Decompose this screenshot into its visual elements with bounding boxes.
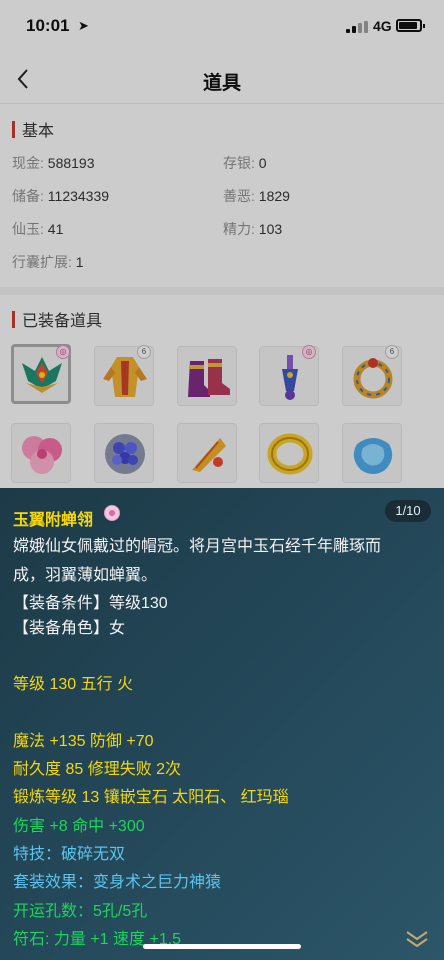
set-effect-line: 套装效果：变身术之巨力神猿 bbox=[13, 874, 222, 891]
holes-line: 开运孔数：5孔/5孔 bbox=[13, 903, 148, 920]
equip-role: 【装备角色】女 bbox=[13, 620, 126, 637]
stats-line: 魔法 +135 防御 +70 bbox=[13, 733, 154, 750]
home-indicator[interactable] bbox=[143, 944, 301, 949]
level-element-line: 等级 130 五行 火 bbox=[13, 676, 134, 693]
double-chevron-down-icon[interactable] bbox=[404, 929, 430, 949]
item-name: 玉翼附蝉翎 bbox=[13, 512, 94, 529]
durability-line: 耐久度 85 修理失败 2次 bbox=[13, 761, 182, 778]
item-description: 嫦娥仙女佩戴过的帽冠。将月宫中玉石经千年雕琢而成，羽翼薄如蝉翼。 bbox=[13, 538, 382, 584]
equip-requirement: 【装备条件】等级130 bbox=[13, 595, 168, 612]
skill-line: 特技：破碎无双 bbox=[13, 846, 126, 863]
page-indicator: 1/10 bbox=[385, 500, 431, 522]
dim-overlay[interactable] bbox=[0, 0, 444, 488]
damage-line: 伤害 +8 命中 +300 bbox=[13, 818, 145, 835]
pink-badge-icon bbox=[104, 505, 120, 521]
forge-line: 锻炼等级 13 镶嵌宝石 太阳石、 红玛瑙 bbox=[13, 789, 289, 806]
